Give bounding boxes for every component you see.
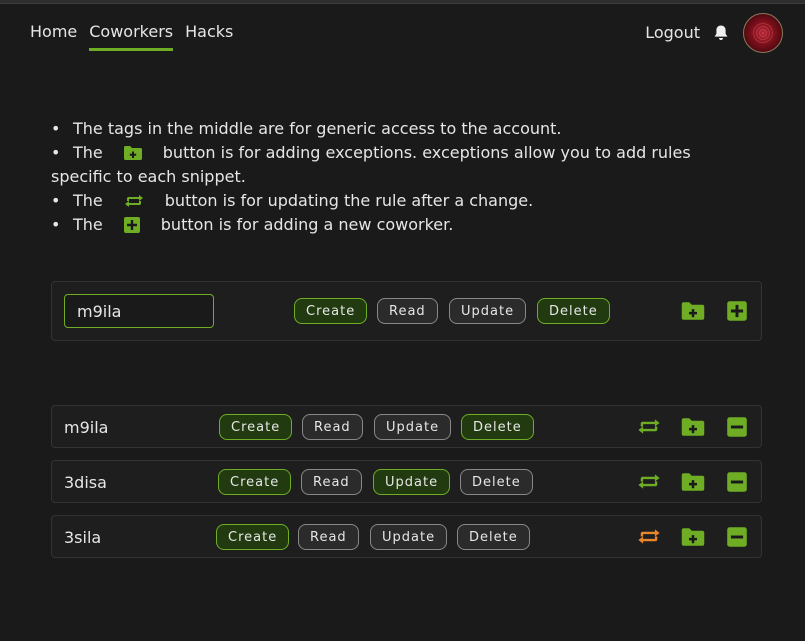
remove-coworker-button[interactable] (726, 471, 748, 493)
perm-read-toggle[interactable]: Read (377, 298, 438, 324)
perm-delete-toggle[interactable]: Delete (461, 414, 534, 440)
remove-coworker-button[interactable] (726, 416, 748, 438)
folder-plus-icon (123, 145, 142, 160)
help-item-tags: • The tags in the middle are for generic… (51, 117, 751, 141)
add-exception-button[interactable] (680, 472, 706, 492)
perm-update-toggle[interactable]: Update (373, 469, 451, 495)
help-text-add: button is for adding a new coworker. (160, 215, 454, 234)
coworker-name: m9ila (64, 418, 109, 437)
add-exception-button[interactable] (680, 417, 706, 437)
perm-delete-toggle[interactable]: Delete (537, 298, 610, 324)
top-border (0, 0, 805, 4)
help-text-tags: The tags in the middle are for generic a… (73, 119, 562, 138)
perm-delete-toggle[interactable]: Delete (457, 524, 530, 550)
help-text-pre: The (73, 215, 103, 234)
help-text-exceptions: button is for adding exceptions. excepti… (51, 143, 691, 186)
folder-plus-icon[interactable] (680, 301, 706, 321)
main-nav: Home Coworkers Hacks (30, 22, 245, 51)
update-rule-button[interactable] (636, 472, 662, 491)
help-text-update: button is for updating the rule after a … (164, 191, 534, 210)
bell-icon[interactable] (713, 24, 729, 42)
new-coworker-panel: Create Read Update Delete (51, 281, 762, 341)
coworker-row: 3disa Create Read Update Delete (51, 460, 762, 503)
perm-create-toggle[interactable]: Create (218, 469, 292, 495)
repeat-icon (124, 194, 143, 207)
help-item-update: • The button is for updating the rule afte… (51, 189, 751, 213)
bullet: • (51, 191, 61, 210)
perm-update-toggle[interactable]: Update (374, 414, 452, 440)
nav-coworkers[interactable]: Coworkers (89, 22, 174, 51)
perm-update-toggle[interactable]: Update (449, 298, 527, 324)
perm-create-toggle[interactable]: Create (294, 298, 368, 324)
bullet: • (51, 143, 61, 162)
coworker-name: 3disa (64, 473, 107, 492)
help-text-pre: The (73, 191, 103, 210)
perm-read-toggle[interactable]: Read (302, 414, 363, 440)
coworker-row: 3sila Create Read Update Delete (51, 515, 762, 558)
perm-read-toggle[interactable]: Read (301, 469, 362, 495)
nav-hacks[interactable]: Hacks (185, 22, 233, 51)
add-exception-button[interactable] (680, 527, 706, 547)
update-rule-button[interactable] (636, 527, 662, 546)
bullet: • (51, 215, 61, 234)
add-coworker-button[interactable] (726, 300, 748, 322)
plus-square-icon (123, 216, 140, 233)
help-item-exceptions: • The button is for adding exceptions. exc… (51, 141, 751, 189)
remove-coworker-button[interactable] (726, 526, 748, 548)
perm-delete-toggle[interactable]: Delete (460, 469, 533, 495)
avatar[interactable] (743, 13, 783, 53)
perm-create-toggle[interactable]: Create (219, 414, 293, 440)
perm-update-toggle[interactable]: Update (370, 524, 448, 550)
help-item-add: • The button is for adding a new coworker. (51, 213, 751, 237)
coworker-row: m9ila Create Read Update Delete (51, 405, 762, 448)
update-rule-button[interactable] (636, 417, 662, 436)
bullet: • (51, 119, 61, 138)
user-controls: Logout (645, 13, 783, 53)
perm-read-toggle[interactable]: Read (298, 524, 359, 550)
nav-home[interactable]: Home (30, 22, 77, 51)
help-text: • The tags in the middle are for generic… (51, 117, 751, 237)
coworker-name: 3sila (64, 528, 102, 547)
logout-link[interactable]: Logout (645, 23, 700, 42)
help-text-pre: The (73, 143, 103, 162)
perm-create-toggle[interactable]: Create (216, 524, 290, 550)
coworker-name-input[interactable] (64, 294, 214, 328)
